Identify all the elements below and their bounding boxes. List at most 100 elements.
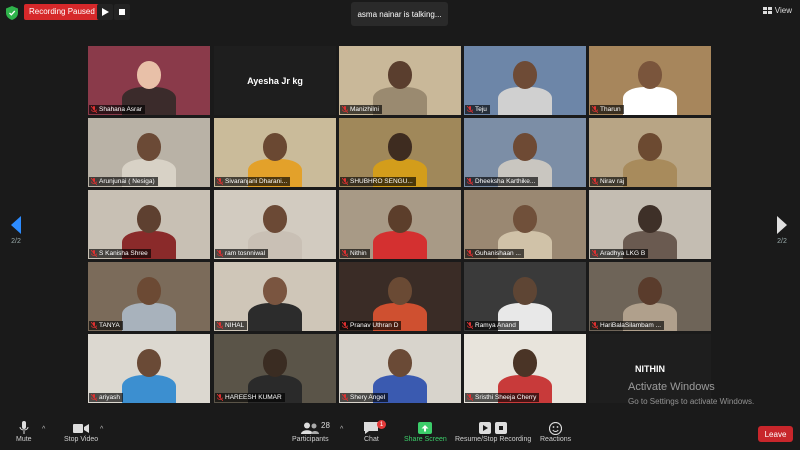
participant-name-label: Nirav raj: [590, 177, 628, 186]
resume-stop-recording-button[interactable]: Resume/Stop Recording: [455, 420, 531, 443]
participant-tile[interactable]: ram tosnniwal: [214, 190, 336, 259]
next-page-button[interactable]: 2/2: [772, 216, 792, 245]
muted-mic-icon: [467, 394, 473, 401]
participant-video-face: [387, 133, 413, 161]
participant-tile[interactable]: Teju: [464, 46, 586, 115]
stop-video-button[interactable]: Stop Video: [64, 420, 98, 443]
muted-mic-icon: [91, 322, 97, 329]
participant-tile[interactable]: Nithin: [339, 190, 461, 259]
participant-tile[interactable]: S Kanisha Shree: [88, 190, 210, 259]
stop-recording-icon: [495, 422, 508, 434]
muted-mic-icon: [91, 250, 97, 257]
participant-name-label: Guhanishaan ...: [465, 249, 524, 258]
participant-video-face: [136, 277, 162, 305]
mute-button[interactable]: Mute: [16, 420, 32, 443]
activation-watermark-subtitle: Go to Settings to activate Windows.: [628, 397, 755, 406]
muted-mic-icon: [467, 322, 473, 329]
participant-video-face: [136, 205, 162, 233]
participant-tile[interactable]: Guhanishaan ...: [464, 190, 586, 259]
participant-name-label: Nithin: [340, 249, 370, 258]
participant-tile[interactable]: Shery Angel: [339, 334, 461, 403]
participant-tile[interactable]: ariyash: [88, 334, 210, 403]
participant-tile[interactable]: Aradhya LKG B: [589, 190, 711, 259]
muted-mic-icon: [342, 394, 348, 401]
participant-video-face: [387, 61, 413, 89]
participants-icon: [301, 422, 320, 434]
participant-name-text: Teju: [475, 106, 487, 113]
participants-options-caret-icon[interactable]: ^: [340, 426, 343, 433]
reactions-button[interactable]: Reactions: [540, 420, 571, 443]
participant-tile[interactable]: Ramya Anand: [464, 262, 586, 331]
participant-tile[interactable]: HariBalaSilambam ...: [589, 262, 711, 331]
participant-video-face: [512, 277, 538, 305]
page-indicator-left: 2/2: [11, 238, 21, 245]
participant-video-body: [373, 231, 427, 259]
participant-tile[interactable]: Sivaranjani Dharani...: [214, 118, 336, 187]
participant-name-text: Shery Angel: [350, 394, 386, 401]
stop-video-label: Stop Video: [64, 436, 99, 443]
security-shield-icon[interactable]: [6, 6, 18, 20]
stop-icon: [119, 9, 125, 15]
participant-tile[interactable]: Manizhilni: [339, 46, 461, 115]
participant-name-label: HAREESH KUMAR: [215, 393, 285, 402]
participant-name-text: S Kanisha Shree: [99, 250, 148, 257]
participant-name-text: ariyash: [99, 394, 120, 401]
participant-name-label: Tharun: [590, 105, 624, 114]
participant-video-body: [498, 87, 552, 115]
participant-name-text: Guhanishaan ...: [475, 250, 521, 257]
participant-name-text: Dheeksha Karthike...: [475, 178, 536, 185]
participant-tile[interactable]: Tharun: [589, 46, 711, 115]
muted-mic-icon: [217, 250, 223, 257]
right-arrow-icon: [777, 216, 787, 234]
resume-icon: [479, 422, 492, 434]
participant-name-text: Ramya Anand: [475, 322, 516, 329]
participant-video-face: [637, 133, 663, 161]
participant-name-text: Sivaranjani Dharani...: [225, 178, 288, 185]
view-button[interactable]: View: [762, 6, 792, 15]
participant-tile[interactable]: TANYA: [88, 262, 210, 331]
participant-tile[interactable]: Shahana Asrar: [88, 46, 210, 115]
participant-tile[interactable]: Dheeksha Karthike...: [464, 118, 586, 187]
participant-name-label: TANYA: [89, 321, 123, 330]
muted-mic-icon: [91, 106, 97, 113]
reactions-label: Reactions: [540, 436, 572, 443]
participant-tile[interactable]: NIHAL: [214, 262, 336, 331]
participant-name-text: SHUBHRO SENGU...: [350, 178, 413, 185]
muted-mic-icon: [91, 178, 97, 185]
left-arrow-icon: [11, 216, 21, 234]
participant-tile[interactable]: Ayesha Jr kg: [214, 46, 336, 115]
microphone-icon: [19, 421, 29, 434]
leave-meeting-button[interactable]: Leave: [758, 426, 793, 442]
participant-name-text: Manizhilni: [350, 106, 379, 113]
page-indicator-right: 2/2: [777, 238, 787, 245]
share-screen-button[interactable]: Share Screen: [404, 420, 447, 443]
participant-tile[interactable]: Nirav raj: [589, 118, 711, 187]
participant-video-face: [637, 277, 663, 305]
audio-options-caret-icon[interactable]: ^: [42, 426, 45, 433]
participant-tile[interactable]: Sristhi Sheeja Cherry: [464, 334, 586, 403]
video-options-caret-icon[interactable]: ^: [100, 426, 103, 433]
recording-status-badge: Recording Paused: [24, 4, 107, 20]
participant-tile[interactable]: SHUBHRO SENGU...: [339, 118, 461, 187]
participant-video-face: [512, 61, 538, 89]
resume-recording-button[interactable]: [97, 4, 113, 20]
stop-recording-button[interactable]: [114, 4, 130, 20]
participant-tile[interactable]: HAREESH KUMAR: [214, 334, 336, 403]
muted-mic-icon: [91, 394, 97, 401]
participant-name-text: HariBalaSilambam ...: [600, 322, 662, 329]
chat-unread-badge: 1: [377, 420, 386, 429]
muted-mic-icon: [467, 250, 473, 257]
record-label: Resume/Stop Recording: [455, 436, 532, 443]
participant-video-face: [387, 205, 413, 233]
participant-video-body: [623, 159, 677, 187]
previous-page-button[interactable]: 2/2: [6, 216, 26, 245]
video-camera-icon: [73, 423, 90, 433]
participant-name-text: Nithin: [350, 250, 367, 257]
participant-tile[interactable]: Arunjunai ( Nesiga): [88, 118, 210, 187]
participant-video-face: [387, 349, 413, 377]
participant-video-face: [262, 277, 288, 305]
muted-mic-icon: [217, 322, 223, 329]
participant-tile[interactable]: Pranav Uthran D: [339, 262, 461, 331]
participant-video-face: [262, 349, 288, 377]
chat-label: Chat: [364, 436, 379, 443]
